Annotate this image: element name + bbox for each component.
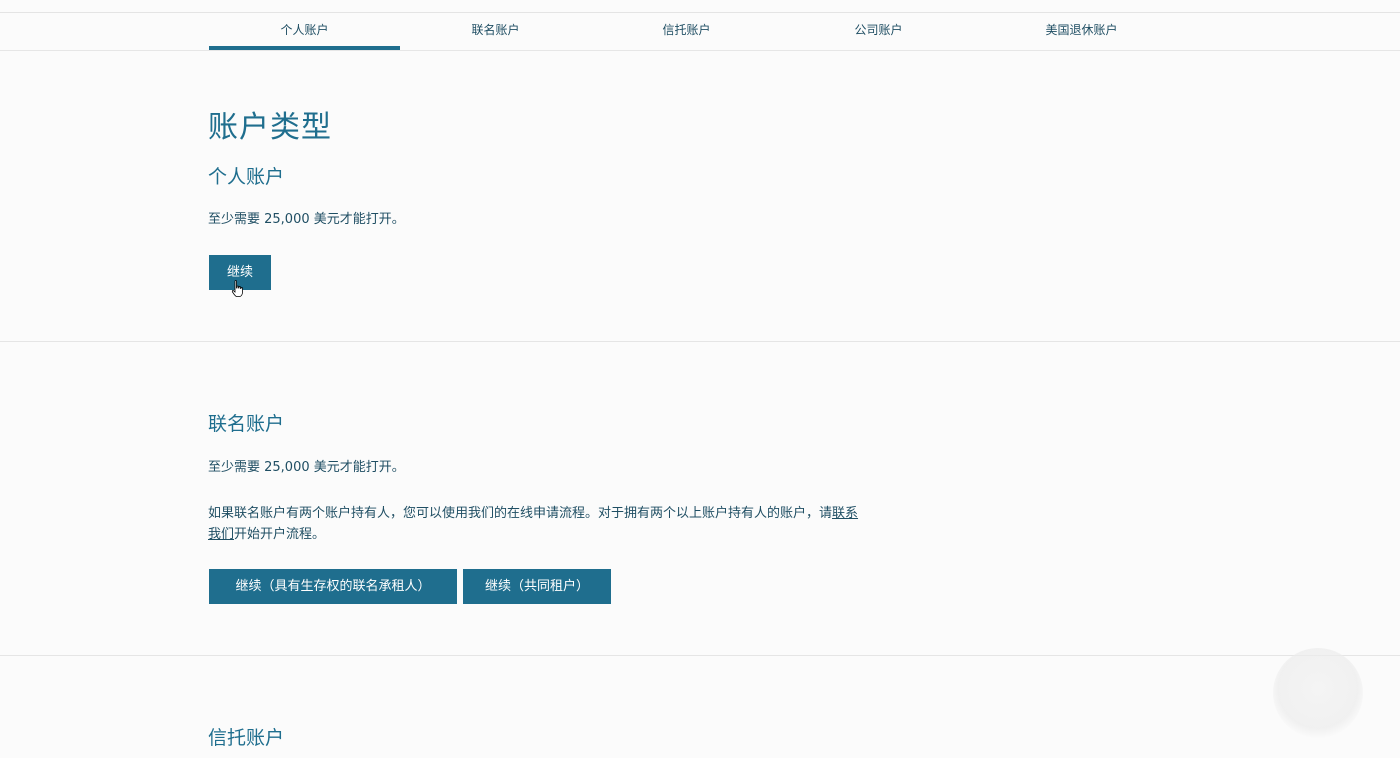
- trust-heading: 信托账户: [208, 727, 285, 749]
- section-divider: [0, 655, 1400, 656]
- individual-min-text: 至少需要 25,000 美元才能打开。: [208, 212, 405, 227]
- section-divider: [0, 341, 1400, 342]
- faded-badge-icon: [1273, 648, 1363, 738]
- tab-joint[interactable]: 联名账户: [400, 13, 591, 50]
- hand-cursor-icon: [231, 280, 243, 297]
- joint-info-tail: 开始开户流程。: [234, 527, 326, 542]
- joint-min-text: 至少需要 25,000 美元才能打开。: [208, 460, 405, 475]
- joint-heading: 联名账户: [208, 413, 285, 435]
- joint-info-text: 如果联名账户有两个账户持有人，您可以使用我们的在线申请流程。对于拥有两个以上账户…: [208, 503, 868, 545]
- joint-info-main: 如果联名账户有两个账户持有人，您可以使用我们的在线申请流程。对于拥有两个以上账户…: [208, 506, 833, 521]
- tab-individual[interactable]: 个人账户: [209, 13, 400, 50]
- joint-common-continue-button[interactable]: 继续（共同租户）: [463, 569, 611, 604]
- individual-heading: 个人账户: [208, 166, 285, 188]
- tab-corporate[interactable]: 公司账户: [783, 13, 974, 50]
- page-title: 账户类型: [208, 110, 332, 145]
- joint-survivorship-continue-button[interactable]: 继续（具有生存权的联名承租人）: [209, 569, 457, 604]
- tab-us-retirement[interactable]: 美国退休账户: [986, 13, 1177, 50]
- account-type-tabs: 个人账户 联名账户 信托账户 公司账户 美国退休账户: [0, 13, 1400, 51]
- tab-trust[interactable]: 信托账户: [591, 13, 782, 50]
